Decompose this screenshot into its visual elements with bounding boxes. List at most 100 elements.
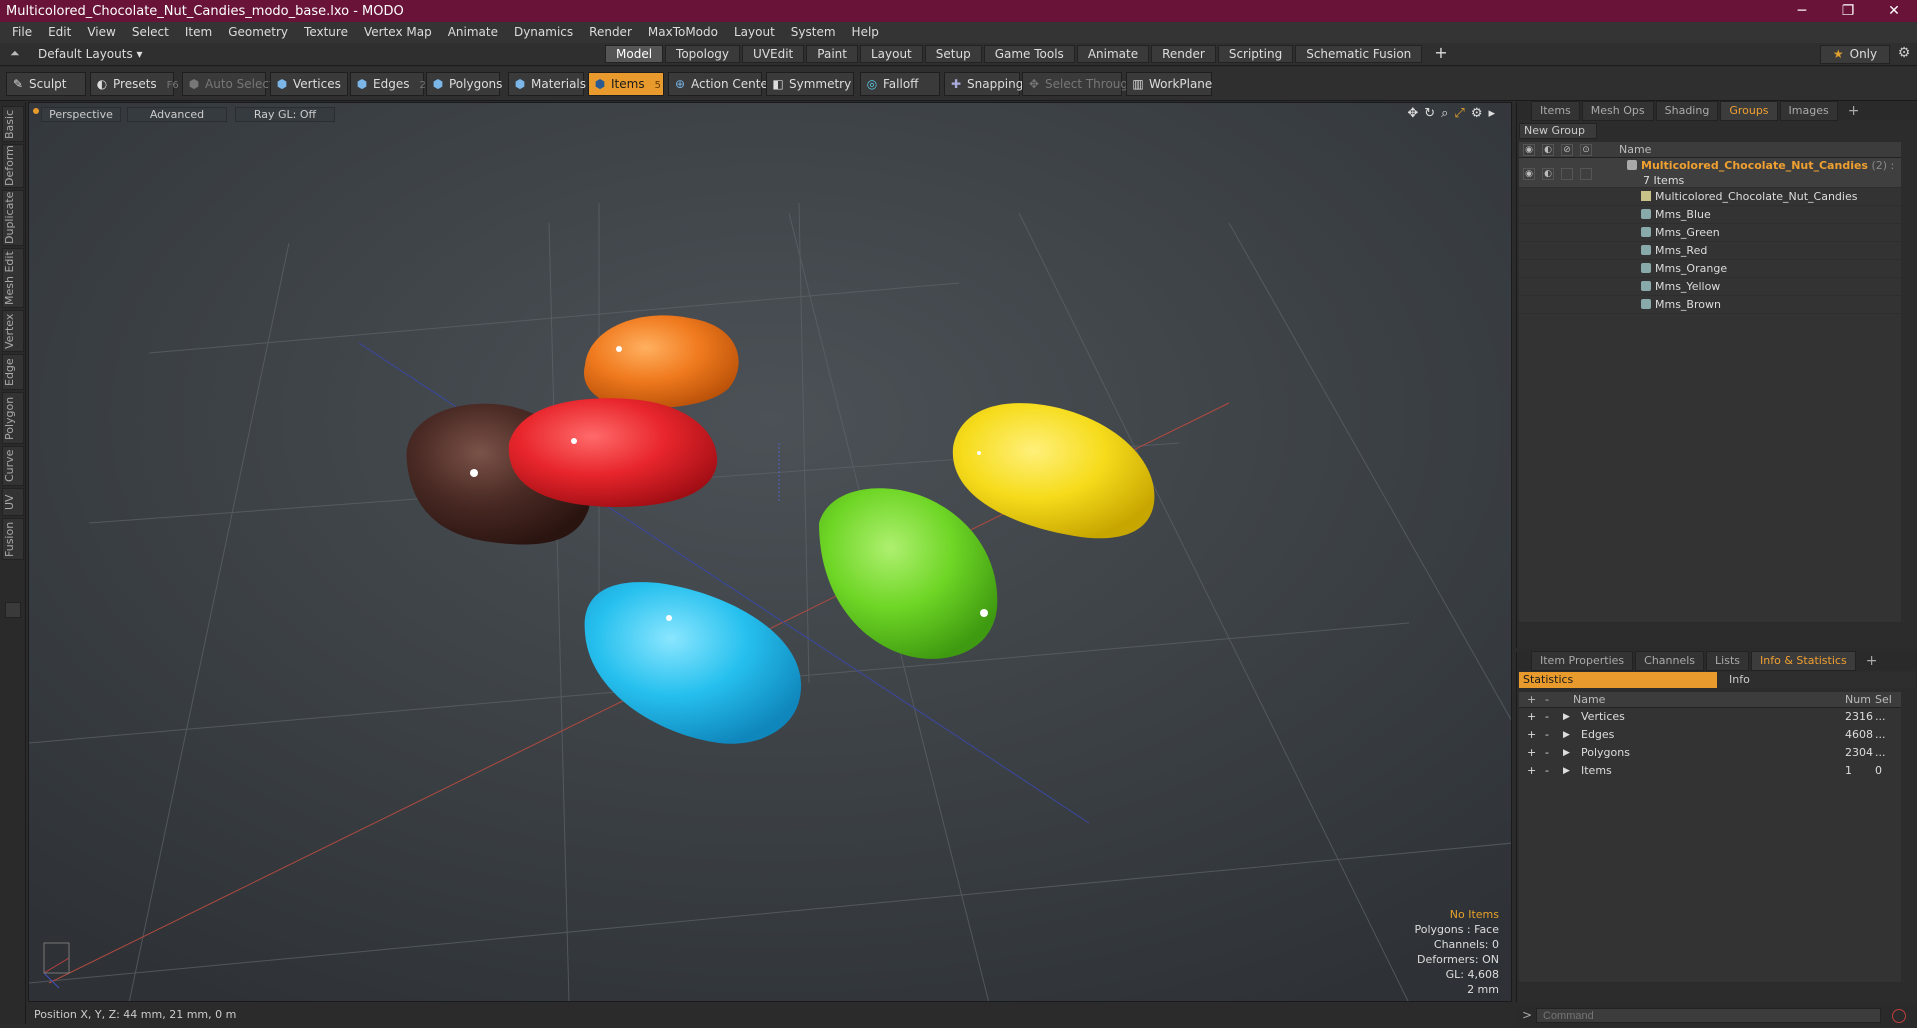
menu-help[interactable]: Help	[844, 22, 887, 43]
group-lock-icon[interactable]	[1561, 168, 1573, 180]
tab-schematic-fusion[interactable]: Schematic Fusion	[1295, 45, 1423, 63]
tab-items[interactable]: Items	[1531, 101, 1580, 121]
group-render-icon[interactable]: ◐	[1542, 168, 1554, 180]
add-icon[interactable]: +	[1527, 744, 1536, 762]
tab-game-tools[interactable]: Game Tools	[983, 45, 1075, 63]
viewport-gear-icon[interactable]: ⚙	[1471, 106, 1483, 121]
menu-animate[interactable]: Animate	[440, 22, 506, 43]
menu-vertex-map[interactable]: Vertex Map	[356, 22, 440, 43]
expand-arrow-icon[interactable]: ▶	[1563, 744, 1570, 762]
visibility-column-icon[interactable]: ◉	[1523, 144, 1535, 156]
tab-uvedit[interactable]: UVEdit	[742, 45, 805, 63]
tab-deform[interactable]: Deform	[2, 144, 24, 188]
tab-paint[interactable]: Paint	[806, 45, 858, 63]
tab-info-statistics[interactable]: Info & Statistics	[1751, 651, 1856, 671]
render-column-icon[interactable]: ◐	[1542, 144, 1554, 156]
lock-column-icon[interactable]: ⊘	[1561, 144, 1573, 156]
menu-maxtomodo[interactable]: MaxToModo	[640, 22, 726, 43]
close-button[interactable]: ✕	[1871, 0, 1917, 22]
add-icon[interactable]: +	[1527, 726, 1536, 744]
tree-item-row[interactable]: Mms_Brown	[1519, 296, 1901, 314]
workplane-button[interactable]: ▥ WorkPlane	[1126, 72, 1212, 96]
tree-item-row[interactable]: Mms_Blue	[1519, 206, 1901, 224]
stats-row[interactable]: + - ▶ Items 1 0	[1519, 762, 1901, 780]
edges-button[interactable]: ⬢ Edges 2	[350, 72, 426, 96]
new-group-button[interactable]: New Group	[1519, 123, 1597, 139]
raygl-dropdown[interactable]: Ray GL: Off	[235, 107, 335, 122]
subtab-statistics[interactable]: Statistics	[1519, 672, 1717, 688]
tab-shading[interactable]: Shading	[1655, 101, 1719, 121]
tree-item-row[interactable]: Mms_Red	[1519, 242, 1901, 260]
add-stats-tab-button[interactable]: +	[1858, 652, 1886, 670]
subtab-info[interactable]: Info	[1717, 672, 1915, 688]
polygons-button[interactable]: ⬢ Polygons	[426, 72, 502, 96]
tab-groups[interactable]: Groups	[1720, 101, 1778, 121]
tab-duplicate[interactable]: Duplicate	[2, 190, 24, 246]
tab-animate[interactable]: Animate	[1076, 45, 1150, 63]
expand-toggle[interactable]	[5, 602, 21, 618]
default-layouts-dropdown[interactable]: Default Layouts ▾	[38, 47, 143, 61]
tab-topology[interactable]: Topology	[665, 45, 741, 63]
tab-uv[interactable]: UV	[2, 488, 24, 516]
remove-icon[interactable]: -	[1545, 708, 1549, 726]
perspective-dropdown[interactable]: Perspective	[41, 107, 121, 122]
3d-viewport[interactable]: Perspective Advanced Ray GL: Off ✥ ↻ ⌕ ⤢…	[28, 102, 1512, 1002]
layout-toggle-icon[interactable]: ⏶	[10, 46, 20, 61]
minimize-button[interactable]: ─	[1779, 0, 1825, 22]
menu-edit[interactable]: Edit	[40, 22, 79, 43]
stats-row[interactable]: + - ▶ Vertices 2316 ...	[1519, 708, 1901, 726]
menu-geometry[interactable]: Geometry	[220, 22, 296, 43]
menu-dynamics[interactable]: Dynamics	[506, 22, 581, 43]
group-select-icon[interactable]	[1580, 168, 1592, 180]
menu-view[interactable]: View	[79, 22, 123, 43]
action-center-button[interactable]: ⊕ Action Center	[668, 72, 773, 96]
tab-curve[interactable]: Curve	[2, 446, 24, 486]
tab-lists[interactable]: Lists	[1706, 651, 1750, 671]
viewport-canvas[interactable]	[29, 103, 1512, 1002]
viewport-menu-dot[interactable]	[33, 108, 39, 114]
tab-fusion[interactable]: Fusion	[2, 518, 24, 560]
advanced-dropdown[interactable]: Advanced	[127, 107, 227, 122]
collapse-all-icon[interactable]: -	[1545, 692, 1549, 708]
remove-icon[interactable]: -	[1545, 744, 1549, 762]
remove-icon[interactable]: -	[1545, 762, 1549, 780]
menu-render[interactable]: Render	[581, 22, 640, 43]
tab-mesh-edit[interactable]: Mesh Edit	[2, 248, 24, 308]
menu-layout[interactable]: Layout	[726, 22, 783, 43]
expand-arrow-icon[interactable]: ▶	[1563, 726, 1570, 744]
tab-mesh-ops[interactable]: Mesh Ops	[1581, 101, 1654, 121]
menu-file[interactable]: File	[4, 22, 40, 43]
tab-model[interactable]: Model	[605, 45, 664, 63]
remove-icon[interactable]: -	[1545, 726, 1549, 744]
group-row[interactable]: ◉ ◐ Multicolored_Chocolate_Nut_Candies (…	[1519, 158, 1901, 188]
name-column-header[interactable]: Name	[1619, 143, 1651, 156]
tree-item-row[interactable]: Multicolored_Chocolate_Nut_Candies	[1519, 188, 1901, 206]
add-icon[interactable]: +	[1527, 708, 1536, 726]
items-button[interactable]: ⬢ Items 5	[588, 72, 664, 96]
rotate-icon[interactable]: ↻	[1424, 106, 1435, 121]
tree-item-row[interactable]: Mms_Green	[1519, 224, 1901, 242]
sculpt-button[interactable]: ✎ Sculpt	[6, 72, 86, 96]
tab-vertex[interactable]: Vertex	[2, 310, 24, 352]
tree-item-row[interactable]: Mms_Orange	[1519, 260, 1901, 278]
candy-red[interactable]	[508, 398, 718, 508]
tab-scripting[interactable]: Scripting	[1217, 45, 1294, 63]
command-input[interactable]	[1536, 1008, 1881, 1023]
select-column-icon[interactable]: ⊙	[1580, 144, 1592, 156]
add-tab-button[interactable]: +	[1424, 45, 1457, 63]
tab-item-properties[interactable]: Item Properties	[1531, 651, 1634, 671]
expand-all-icon[interactable]: +	[1527, 692, 1536, 708]
expand-arrow-icon[interactable]: ▶	[1563, 708, 1570, 726]
tab-basic[interactable]: Basic	[2, 106, 24, 142]
tab-layout[interactable]: Layout	[859, 45, 923, 63]
falloff-button[interactable]: ◎ Falloff	[860, 72, 940, 96]
maximize-button[interactable]: ❐	[1825, 0, 1871, 22]
tab-setup[interactable]: Setup	[924, 45, 982, 63]
tab-edge[interactable]: Edge	[2, 354, 24, 390]
tab-polygon[interactable]: Polygon	[2, 392, 24, 444]
add-icon[interactable]: +	[1527, 762, 1536, 780]
auto-select-button[interactable]: ⬢ Auto Select	[182, 72, 274, 96]
only-button[interactable]: ★ Only	[1820, 45, 1890, 64]
menu-texture[interactable]: Texture	[296, 22, 356, 43]
snapping-button[interactable]: ✚ Snapping	[944, 72, 1023, 96]
